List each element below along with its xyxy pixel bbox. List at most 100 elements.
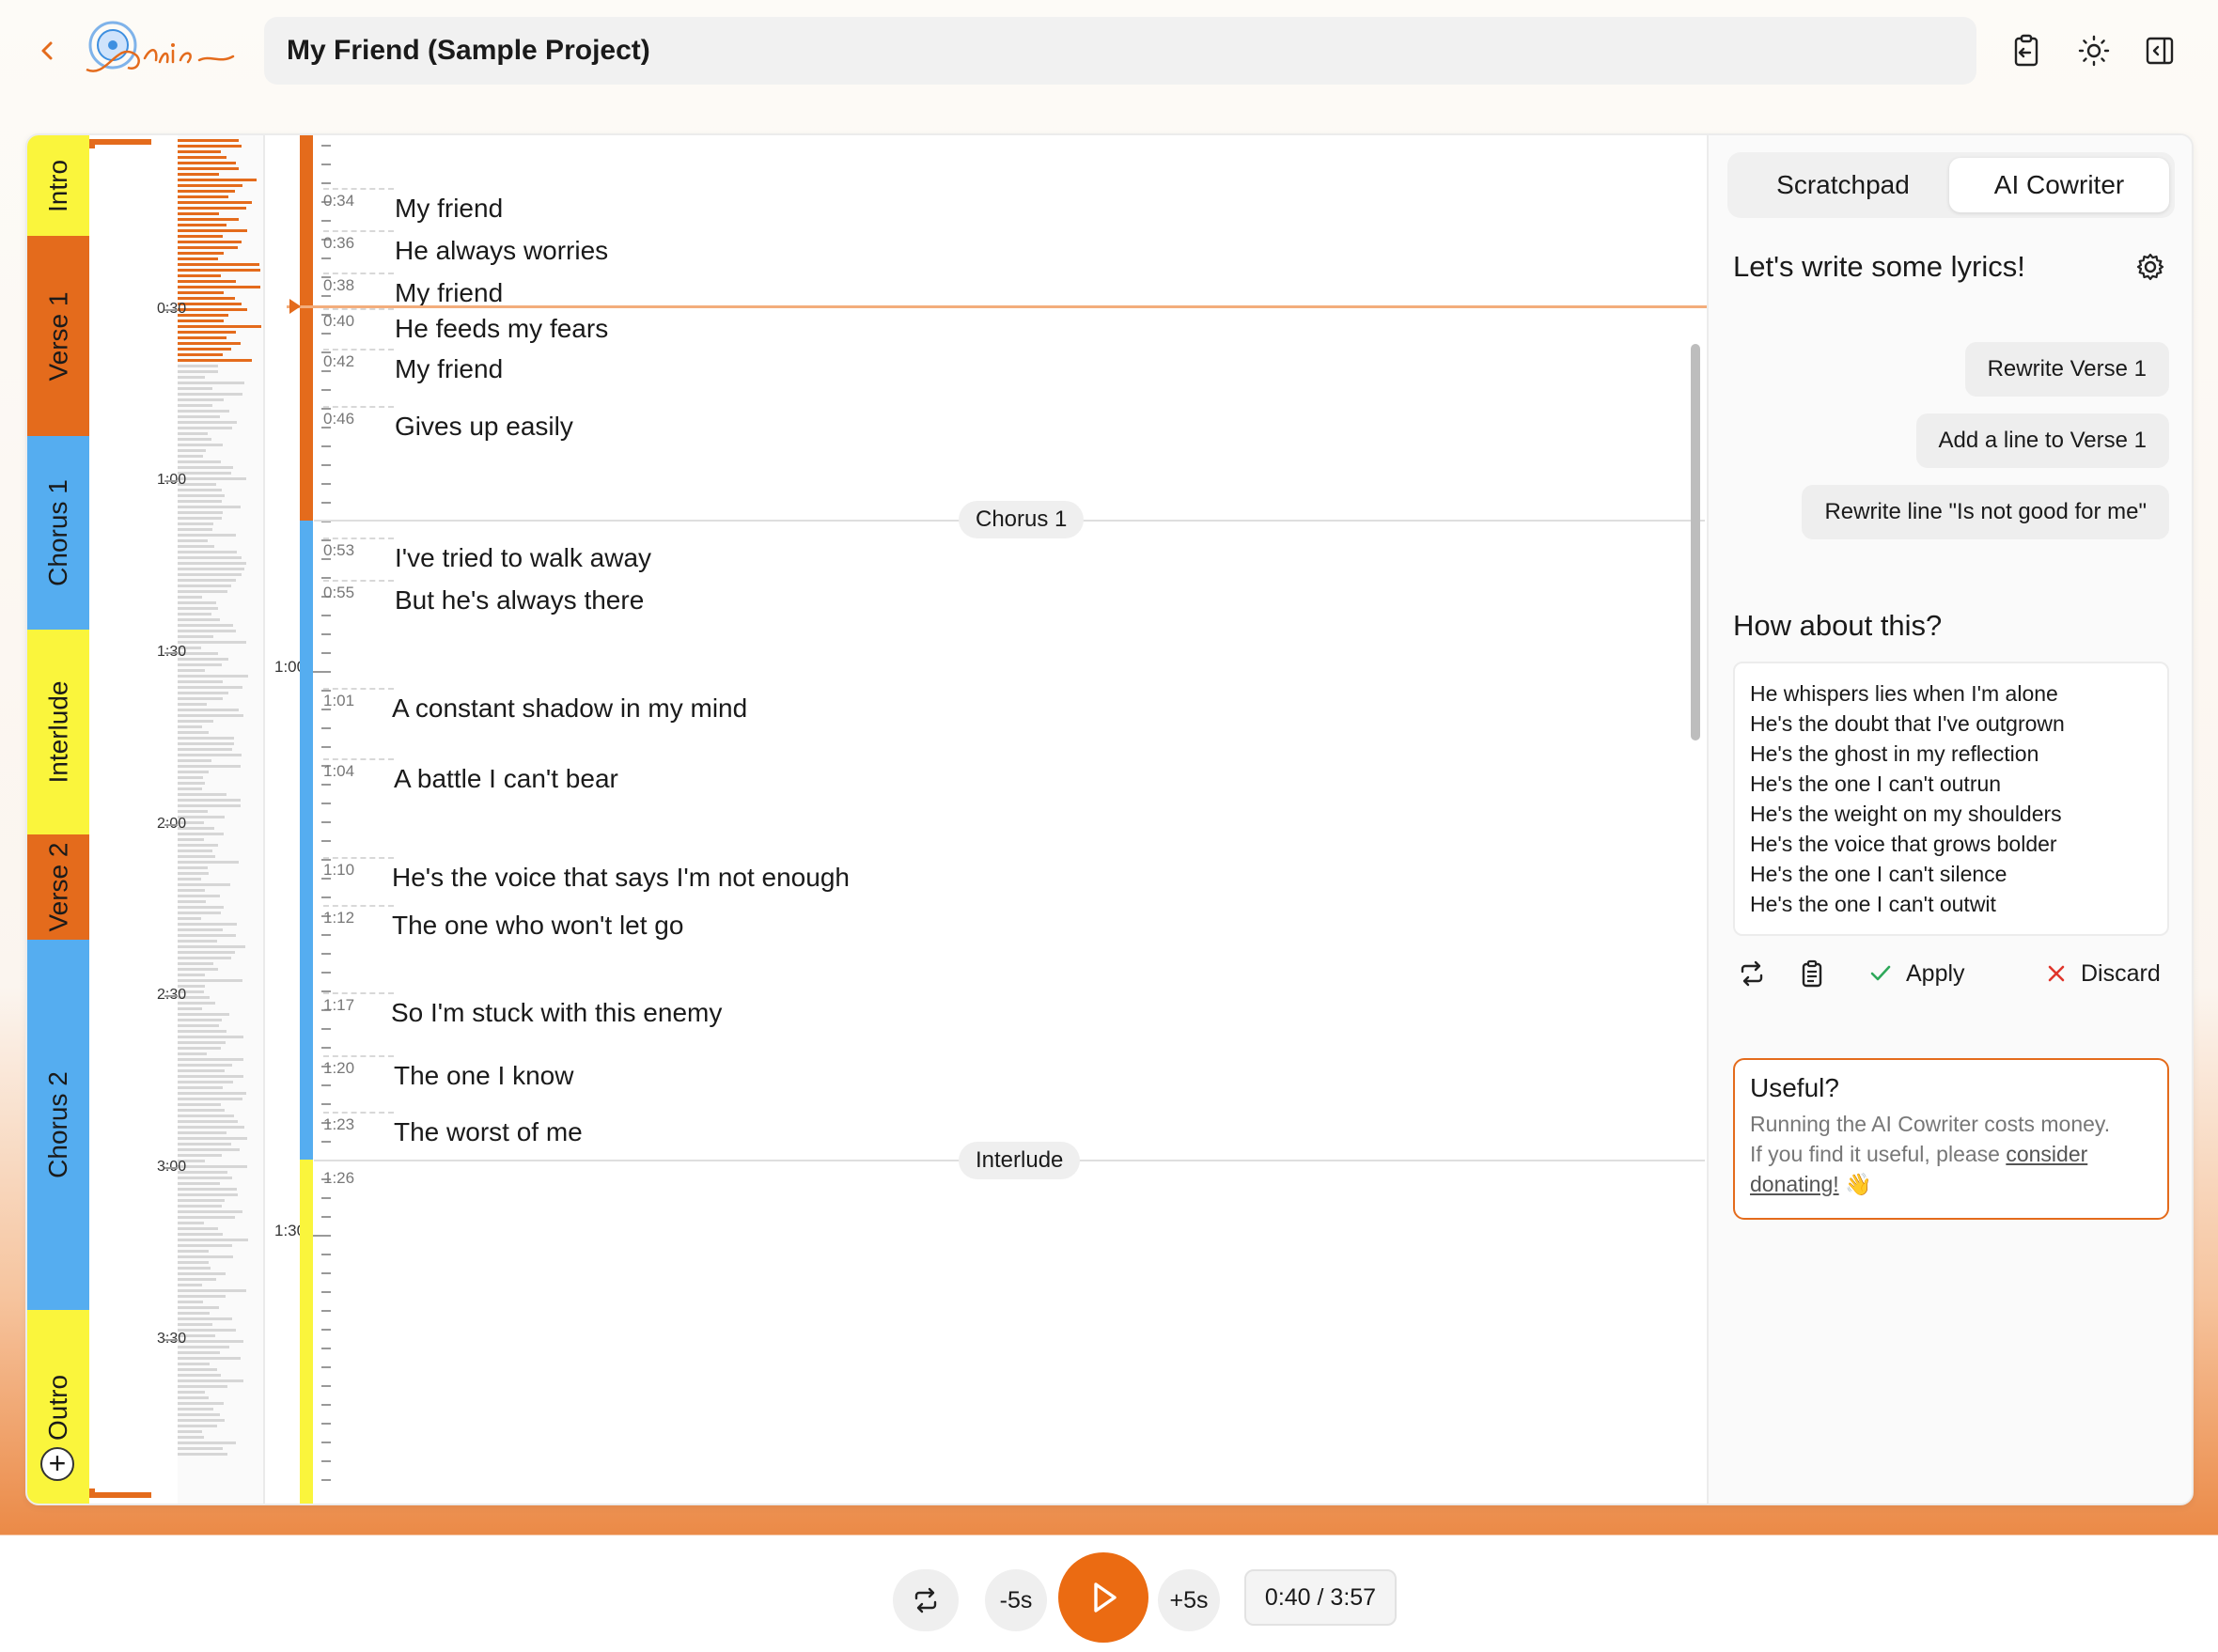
suggestion-rewrite-line[interactable]: Rewrite line "Is not good for me" xyxy=(1802,485,2169,539)
result-line: He's the one I can't silence xyxy=(1750,862,2007,886)
lyric-timestamp[interactable]: 1:12 xyxy=(323,909,354,927)
waveform-bar xyxy=(178,466,233,469)
lyric-timestamp[interactable]: 0:53 xyxy=(323,541,354,560)
clipboard-list-icon[interactable] xyxy=(1797,958,1827,989)
lyric-timestamp[interactable]: 0:40 xyxy=(323,312,354,331)
lyric-text[interactable]: So I'm stuck with this enemy xyxy=(391,998,722,1028)
waveform[interactable] xyxy=(178,135,263,1504)
rewind-5s-button[interactable]: -5s xyxy=(985,1569,1047,1631)
waveform-bar xyxy=(178,596,202,599)
lyric-text[interactable]: But he's always there xyxy=(395,585,644,616)
section-pill-interlude[interactable]: Interlude xyxy=(959,1142,1081,1179)
waveform-bar xyxy=(178,1103,221,1106)
lyric-timestamp[interactable]: 0:55 xyxy=(323,584,354,602)
lyric-text[interactable]: He's the voice that says I'm not enough xyxy=(392,863,850,893)
project-title[interactable]: My Friend (Sample Project) xyxy=(264,17,1976,85)
tab-ai-cowriter[interactable]: AI Cowriter xyxy=(1949,158,2169,212)
lyric-text[interactable]: The worst of me xyxy=(394,1117,583,1147)
lyric-timestamp[interactable]: 1:20 xyxy=(323,1059,354,1078)
lyric-timestamp[interactable]: 1:26 xyxy=(323,1169,354,1188)
forward-5s-button[interactable]: +5s xyxy=(1158,1569,1220,1631)
waveform-bar xyxy=(178,1312,210,1315)
playhead-marker[interactable] xyxy=(289,299,301,314)
lyric-timestamp[interactable]: 0:38 xyxy=(323,276,354,295)
section-bar-interlude xyxy=(300,1160,313,1504)
top-bar: My Friend (Sample Project) xyxy=(0,0,2218,103)
loop-button[interactable] xyxy=(893,1569,959,1631)
section-chorus-2[interactable]: Chorus 2 xyxy=(27,940,89,1310)
lyric-text[interactable]: He feeds my fears xyxy=(395,314,608,344)
lyric-text[interactable]: I've tried to walk away xyxy=(395,543,651,573)
waveform-bar xyxy=(178,145,242,148)
section-chorus-1[interactable]: Chorus 1 xyxy=(27,436,89,630)
section-verse-1[interactable]: Verse 1 xyxy=(27,236,89,436)
suggestion-add-line[interactable]: Add a line to Verse 1 xyxy=(1915,413,2169,468)
waveform-bar xyxy=(178,274,221,277)
waveform-bar xyxy=(178,150,221,153)
section-verse-2[interactable]: Verse 2 xyxy=(27,834,89,940)
lyrics-scrollbar[interactable] xyxy=(1691,344,1700,740)
sun-icon[interactable] xyxy=(2075,32,2113,70)
lyric-timestamp[interactable]: 1:10 xyxy=(323,861,354,880)
discard-label: Discard xyxy=(2081,959,2161,987)
lyric-text[interactable]: Gives up easily xyxy=(395,412,573,442)
result-line: He's the doubt that I've outgrown xyxy=(1750,711,2065,736)
lyric-text[interactable]: A constant shadow in my mind xyxy=(392,694,747,724)
lyric-text[interactable]: A battle I can't bear xyxy=(394,764,618,794)
repeat-icon[interactable] xyxy=(1737,958,1767,989)
section-intro[interactable]: Intro xyxy=(27,135,89,236)
donation-text-1: Running the AI Cowriter costs money. xyxy=(1750,1112,2111,1136)
tab-scratchpad[interactable]: Scratchpad xyxy=(1733,158,1953,212)
lyric-timestamp[interactable]: 0:46 xyxy=(323,410,354,429)
lyric-text[interactable]: My friend xyxy=(395,278,503,308)
lyric-text[interactable]: The one I know xyxy=(394,1061,573,1091)
lyric-timestamp[interactable]: 1:04 xyxy=(323,762,354,781)
result-line: He's the weight on my shoulders xyxy=(1750,802,2062,826)
play-button[interactable] xyxy=(1058,1552,1148,1643)
waveform-bar xyxy=(178,607,218,610)
waveform-bar xyxy=(178,703,207,706)
lyric-text[interactable]: My friend xyxy=(395,354,503,384)
suggestion-rewrite-verse-1[interactable]: Rewrite Verse 1 xyxy=(1964,342,2169,397)
waveform-bar xyxy=(178,1013,229,1016)
waveform-bar xyxy=(178,895,220,897)
lyric-timestamp[interactable]: 1:17 xyxy=(323,996,354,1015)
result-line: He's the ghost in my reflection xyxy=(1750,741,2039,766)
result-line: He's the one I can't outwit xyxy=(1750,892,1996,916)
section-bar-verse-1 xyxy=(300,135,313,521)
waveform-bar xyxy=(178,697,223,700)
lyric-text[interactable]: My friend xyxy=(395,194,503,224)
lyric-text[interactable]: The one who won't let go xyxy=(392,911,683,941)
lyric-timestamp[interactable]: 0:34 xyxy=(323,192,354,210)
x-icon xyxy=(2048,965,2065,982)
playhead-line[interactable] xyxy=(287,305,1708,308)
waveform-bar xyxy=(178,1019,222,1021)
discard-button[interactable]: Discard xyxy=(2045,953,2161,994)
waveform-bar xyxy=(178,1447,223,1450)
section-interlude[interactable]: Interlude xyxy=(27,630,89,834)
waving-hand-icon: 👋 xyxy=(1845,1172,1872,1196)
clipboard-icon[interactable] xyxy=(2007,32,2045,70)
back-button[interactable] xyxy=(38,34,66,68)
waveform-bar xyxy=(178,979,242,982)
section-pill-chorus-1[interactable]: Chorus 1 xyxy=(959,501,1085,538)
waveform-bar xyxy=(178,1402,224,1405)
waveform-bar xyxy=(178,940,217,943)
lyrics-editor[interactable]: 0:34 My friend 0:36 He always worries 0:38… xyxy=(314,135,1705,1504)
lyric-timestamp[interactable]: 1:01 xyxy=(323,692,354,710)
waveform-bar xyxy=(178,342,241,345)
lyric-timestamp[interactable]: 1:23 xyxy=(323,1115,354,1134)
visible-range-top[interactable] xyxy=(89,139,151,148)
lyric-timestamp[interactable]: 0:42 xyxy=(323,352,354,371)
waveform-bar xyxy=(178,415,220,418)
lyric-timestamp[interactable]: 0:36 xyxy=(323,234,354,253)
result-box[interactable]: He whispers lies when I'm alone He's the… xyxy=(1733,662,2169,936)
add-section-button[interactable]: + xyxy=(40,1447,74,1481)
visible-range-bottom[interactable] xyxy=(89,1488,151,1498)
line-divider xyxy=(323,308,394,310)
apply-button[interactable]: Apply xyxy=(1868,953,1965,994)
overview-timeline[interactable]: 0:30 1:00 1:30 2:00 2:30 3:00 3:30 xyxy=(89,135,263,1504)
gear-icon[interactable] xyxy=(2133,250,2167,284)
sidebar-toggle-icon[interactable] xyxy=(2141,32,2179,70)
lyric-text[interactable]: He always worries xyxy=(395,236,608,266)
